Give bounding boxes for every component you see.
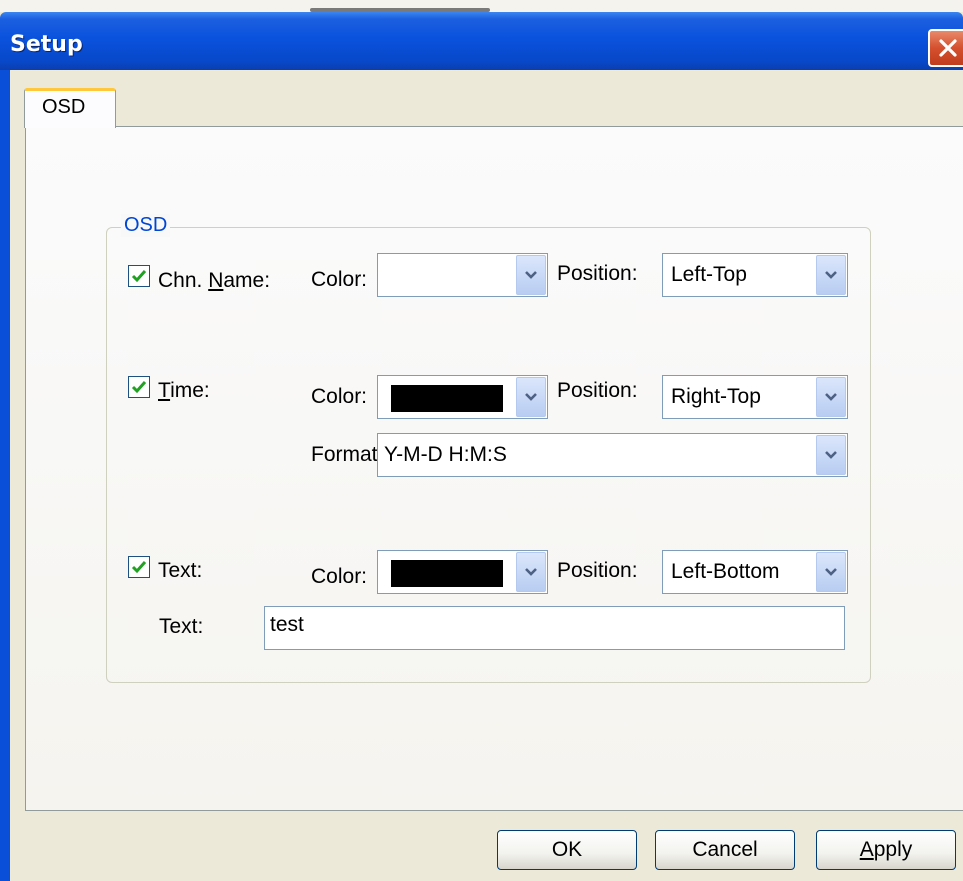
chevron-down-icon	[525, 568, 537, 576]
text-label: Text:	[158, 559, 203, 582]
text-text-label: Text:	[159, 615, 204, 638]
apply-button[interactable]: Apply	[816, 830, 956, 870]
dropdown-button[interactable]	[516, 377, 546, 417]
dropdown-button[interactable]	[516, 552, 546, 592]
screen-top-edge	[0, 0, 963, 12]
checkmark-icon	[131, 381, 147, 394]
checkmark-icon	[131, 270, 147, 283]
chevron-down-icon	[825, 568, 837, 576]
text-position-value: Left-Bottom	[671, 560, 780, 583]
text-checkbox[interactable]	[128, 556, 150, 578]
chn-name-checkbox[interactable]	[128, 265, 150, 287]
time-format-label: Format	[311, 443, 378, 466]
chn-name-label: Chn. Name:	[158, 269, 271, 292]
chn-name-position-select[interactable]: Left-Top	[662, 253, 848, 297]
time-checkbox[interactable]	[128, 376, 150, 398]
time-position-value: Right-Top	[671, 385, 761, 408]
time-format-select[interactable]: Y-M-D H:M:S	[377, 433, 848, 477]
close-icon	[939, 39, 957, 57]
text-position-select[interactable]: Left-Bottom	[662, 550, 848, 594]
time-position-label: Position:	[557, 379, 638, 402]
time-format-value: Y-M-D H:M:S	[384, 443, 507, 466]
window-title: Setup	[10, 32, 83, 57]
tab-osd[interactable]: OSD	[24, 88, 116, 128]
ok-button[interactable]: OK	[497, 830, 637, 870]
time-color-label: Color:	[311, 385, 368, 408]
dropdown-button[interactable]	[516, 255, 546, 295]
dialog-client: OSD OSD Chn. Name: Color: Position: Left…	[10, 70, 963, 881]
chevron-down-icon	[525, 271, 537, 279]
dropdown-button[interactable]	[816, 552, 846, 592]
osd-groupbox: OSD Chn. Name: Color: Position: Left-Top	[106, 214, 871, 683]
text-position-label: Position:	[557, 559, 638, 582]
close-button[interactable]	[928, 29, 963, 67]
time-label: Time:	[158, 379, 210, 402]
chevron-down-icon	[825, 271, 837, 279]
dropdown-button[interactable]	[816, 255, 846, 295]
text-input[interactable]	[264, 606, 845, 650]
time-position-select[interactable]: Right-Top	[662, 375, 848, 419]
cancel-button[interactable]: Cancel	[655, 830, 795, 870]
groupbox-title: OSD	[121, 214, 171, 237]
dropdown-button[interactable]	[816, 435, 846, 475]
tab-panel: OSD Chn. Name: Color: Position: Left-Top	[25, 126, 963, 811]
chevron-down-icon	[525, 393, 537, 401]
text-color-swatch	[391, 560, 503, 587]
chevron-down-icon	[825, 393, 837, 401]
dropdown-button[interactable]	[816, 377, 846, 417]
chn-name-position-value: Left-Top	[671, 263, 747, 286]
text-color-select[interactable]	[377, 550, 548, 594]
window-frame-left	[0, 70, 10, 881]
title-bar[interactable]: Setup	[0, 12, 963, 70]
chn-name-color-select[interactable]	[377, 253, 548, 297]
chn-name-color-label: Color:	[311, 268, 368, 291]
time-color-swatch	[391, 385, 503, 412]
time-color-select[interactable]	[377, 375, 548, 419]
text-input-field[interactable]	[265, 607, 844, 649]
text-color-label: Color:	[311, 565, 368, 588]
tab-osd-label: OSD	[42, 96, 86, 118]
chevron-down-icon	[825, 451, 837, 459]
chn-name-position-label: Position:	[557, 262, 638, 285]
checkmark-icon	[131, 561, 147, 574]
